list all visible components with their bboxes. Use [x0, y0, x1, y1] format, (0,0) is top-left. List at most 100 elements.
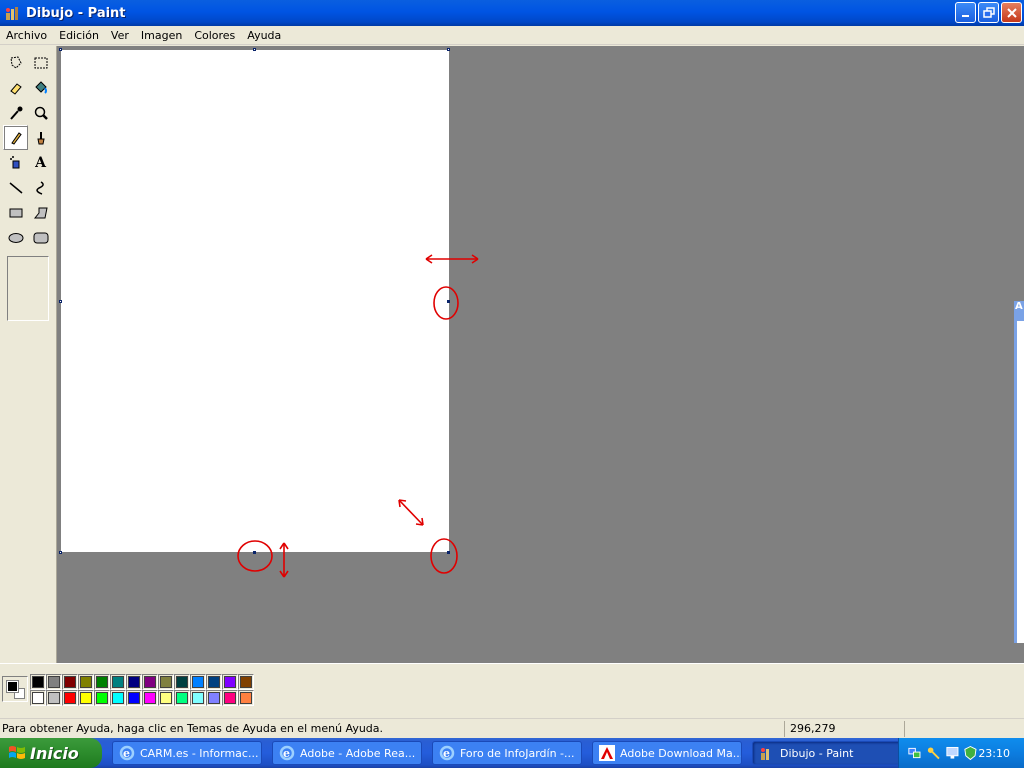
- taskbar-item-infojardin[interactable]: e Foro de InfoJardín -...: [432, 741, 582, 765]
- polygon-tool[interactable]: [28, 200, 53, 225]
- color-swatch[interactable]: [46, 690, 62, 706]
- update-shield-icon[interactable]: [963, 745, 978, 761]
- foreground-color: [6, 680, 19, 693]
- minimize-icon: [961, 14, 969, 17]
- horizontal-arrow-icon: [425, 254, 479, 264]
- color-swatch[interactable]: [158, 674, 174, 690]
- rectangle-tool[interactable]: [3, 200, 28, 225]
- taskbar-item-carm[interactable]: e CARM.es - Informac...: [112, 741, 262, 765]
- line-tool[interactable]: [3, 175, 28, 200]
- color-swatch-fill: [224, 692, 236, 704]
- system-tray: 23:10: [898, 738, 1024, 768]
- diagonal-arrow-icon: [398, 499, 424, 526]
- minimize-button[interactable]: [955, 2, 976, 23]
- color-swatch-fill: [208, 692, 220, 704]
- color-swatch[interactable]: [190, 690, 206, 706]
- taskbar-item-label: Dibujo - Paint: [780, 746, 854, 760]
- taskbar-item-paint[interactable]: Dibujo - Paint: [752, 741, 902, 765]
- network-icon[interactable]: [907, 745, 922, 761]
- color-swatch[interactable]: [94, 674, 110, 690]
- eraser-tool[interactable]: [3, 75, 28, 100]
- color-swatch-fill: [80, 676, 92, 688]
- color-swatch-fill: [32, 676, 44, 688]
- taskbar-item-adobe-reader[interactable]: e Adobe - Adobe Rea...: [272, 741, 422, 765]
- title-bar[interactable]: Dibujo - Paint: [0, 0, 1024, 26]
- ie-icon: e: [279, 745, 295, 761]
- color-swatch[interactable]: [158, 690, 174, 706]
- fill-tool[interactable]: [28, 75, 53, 100]
- corner-handle-circle: [430, 538, 458, 574]
- ie-icon: e: [119, 745, 135, 761]
- rounded-rectangle-tool[interactable]: [28, 225, 53, 250]
- vertical-arrow-icon: [279, 542, 289, 578]
- color-swatch-fill: [48, 676, 60, 688]
- airbrush-tool[interactable]: [3, 150, 28, 175]
- status-help-text: Para obtener Ayuda, haga clic en Temas d…: [2, 722, 384, 735]
- start-button[interactable]: Inicio: [0, 738, 102, 768]
- color-swatch[interactable]: [222, 690, 238, 706]
- current-colors-indicator[interactable]: [2, 676, 28, 702]
- free-form-select-tool[interactable]: [3, 50, 28, 75]
- restore-button[interactable]: [978, 2, 999, 23]
- color-swatch[interactable]: [30, 674, 46, 690]
- ellipse-tool[interactable]: [3, 225, 28, 250]
- color-swatch[interactable]: [238, 674, 254, 690]
- menu-ayuda[interactable]: Ayuda: [241, 29, 287, 42]
- color-swatch[interactable]: [110, 690, 126, 706]
- close-button[interactable]: [1001, 2, 1022, 23]
- color-swatch[interactable]: [190, 674, 206, 690]
- color-swatch[interactable]: [30, 690, 46, 706]
- color-swatch[interactable]: [46, 674, 62, 690]
- color-palette: [0, 663, 1024, 714]
- color-swatch[interactable]: [126, 690, 142, 706]
- color-swatch-fill: [160, 692, 172, 704]
- color-swatch[interactable]: [62, 674, 78, 690]
- color-swatch-fill: [160, 676, 172, 688]
- color-swatch[interactable]: [142, 690, 158, 706]
- color-swatch[interactable]: [174, 690, 190, 706]
- color-swatch[interactable]: [126, 674, 142, 690]
- color-swatch[interactable]: [142, 674, 158, 690]
- color-swatch[interactable]: [62, 690, 78, 706]
- right-handle-circle: [433, 286, 459, 320]
- taskbar-item-label: Adobe Download Ma...: [620, 746, 742, 760]
- canvas-workspace[interactable]: A: [57, 46, 1024, 663]
- side-window-edge[interactable]: A: [1014, 301, 1024, 643]
- monitor-icon[interactable]: [945, 745, 960, 761]
- line-icon: [9, 181, 22, 194]
- tool-options-box[interactable]: [7, 256, 49, 321]
- color-swatch[interactable]: [222, 674, 238, 690]
- color-swatch[interactable]: [206, 690, 222, 706]
- security-keys-icon[interactable]: [926, 745, 941, 761]
- menu-imagen[interactable]: Imagen: [135, 29, 188, 42]
- airbrush-icon: [9, 155, 19, 168]
- color-swatch-fill: [32, 692, 44, 704]
- menu-archivo[interactable]: Archivo: [0, 29, 53, 42]
- color-swatch[interactable]: [78, 674, 94, 690]
- color-swatch[interactable]: [174, 674, 190, 690]
- pick-color-tool[interactable]: [3, 100, 28, 125]
- color-swatch[interactable]: [94, 690, 110, 706]
- pencil-tool[interactable]: [3, 125, 28, 150]
- color-swatch[interactable]: [110, 674, 126, 690]
- svg-text:e: e: [443, 747, 450, 760]
- rect-select-tool[interactable]: [28, 50, 53, 75]
- menu-edicion[interactable]: Edición: [53, 29, 105, 42]
- eyedropper-icon: [9, 106, 22, 120]
- color-swatch[interactable]: [238, 690, 254, 706]
- color-swatch[interactable]: [78, 690, 94, 706]
- brush-tool[interactable]: [28, 125, 53, 150]
- color-swatch[interactable]: [206, 674, 222, 690]
- menu-colores[interactable]: Colores: [188, 29, 241, 42]
- rect-select-icon: [34, 57, 47, 68]
- curve-tool[interactable]: [28, 175, 53, 200]
- paint-app-icon[interactable]: [4, 5, 20, 21]
- svg-text:e: e: [123, 747, 130, 760]
- magnifier-tool[interactable]: [28, 100, 53, 125]
- taskbar-item-adobe-download[interactable]: Adobe Download Ma...: [592, 741, 742, 765]
- menu-ver[interactable]: Ver: [105, 29, 135, 42]
- text-tool[interactable]: A: [28, 150, 53, 175]
- color-swatch-fill: [64, 676, 76, 688]
- close-icon: [1006, 7, 1017, 18]
- taskbar-item-label: Adobe - Adobe Rea...: [300, 746, 416, 760]
